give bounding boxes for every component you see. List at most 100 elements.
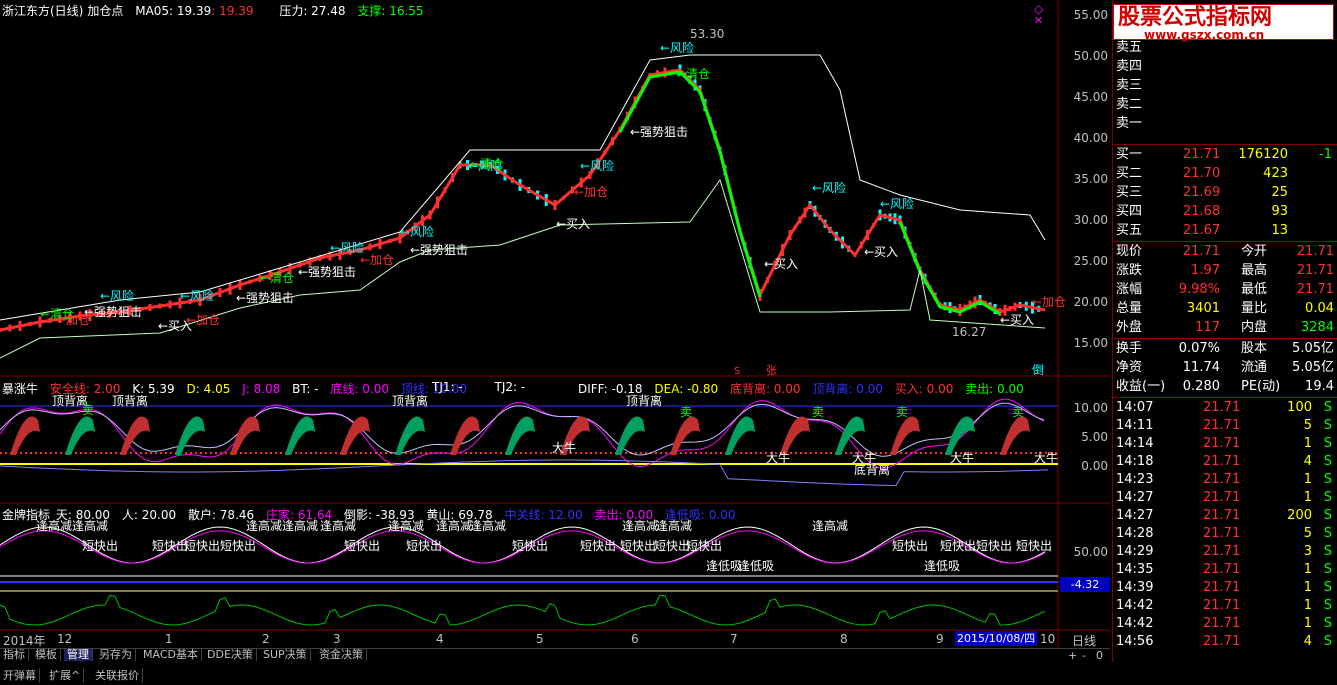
tick-price: 21.71: [1203, 472, 1241, 487]
buy-level-price: 21.69: [1183, 185, 1221, 200]
tick-side: S: [1323, 616, 1332, 631]
stats-row: 换手 0.07% 股本 5.05亿: [1113, 339, 1337, 358]
tick-time: 14:39: [1116, 580, 1154, 595]
quote-label: 涨幅: [1116, 282, 1143, 297]
close-icon[interactable]: ✕: [1034, 14, 1043, 27]
status-tab[interactable]: 扩展^: [46, 668, 85, 683]
tick-row: 14:35 21.71 1 S: [1113, 561, 1337, 579]
sell-tag: 卖: [896, 405, 908, 419]
sell-tag: 卖: [1012, 405, 1024, 419]
date-tick: 7: [730, 632, 738, 646]
kline-chart-area[interactable]: 53.30 16.27 ←风险 ←风险 ←风险 ←风险 ←风险 ←风险 ←风险 ←风险 ←风险 ←清仓…: [0, 0, 1110, 662]
buy-level-5[interactable]: 买五 21.67 13: [1113, 221, 1337, 240]
short-exit-signal: 短快出: [620, 539, 656, 553]
chart-tab[interactable]: 资金决策: [316, 649, 367, 661]
date-tick: 4: [436, 632, 444, 646]
bull-tag: 大牛: [552, 440, 576, 455]
indicator1-header-3: DIFF: -0.18 DEA: -0.80 底背离: 0.00 顶背离: 0.…: [578, 380, 1032, 397]
tick-row: 14:42 21.71 1 S: [1113, 615, 1337, 633]
sell-level-3[interactable]: 卖三: [1113, 76, 1337, 95]
quote-value: 21.71: [1182, 244, 1220, 259]
buy-level-2[interactable]: 买二 21.70 423: [1113, 164, 1337, 183]
chart-tab[interactable]: SUP决策: [260, 649, 311, 661]
risk-signal: ←风险: [330, 240, 364, 255]
short-exit-signal: 短快出: [184, 539, 220, 553]
strong-signal: ←强势狙击: [298, 265, 356, 279]
tick-volume: 4: [1303, 454, 1312, 469]
buy-level-3[interactable]: 买三 21.69 25: [1113, 183, 1337, 202]
strong-signal: ←强势狙击: [410, 243, 468, 257]
tick-price: 21.71: [1203, 634, 1241, 649]
s-marker: S: [734, 366, 740, 377]
zoom-out-button[interactable]: -: [1082, 649, 1086, 662]
buy-level-4[interactable]: 买四 21.68 93: [1113, 202, 1337, 221]
quote-label-2: 内盘: [1241, 320, 1268, 335]
sell-level-5[interactable]: 卖五: [1113, 38, 1337, 57]
stats-label-2: 股本: [1241, 341, 1268, 356]
ind2-tian: 天: 80.00: [55, 508, 111, 522]
price-axis-label: 35.00: [1073, 172, 1108, 186]
clear-signal: ←清仓: [260, 271, 294, 285]
ind2-sell: 卖出: 0.00: [594, 508, 654, 522]
chart-tab[interactable]: 管理: [64, 649, 93, 661]
kd-fill: [450, 416, 480, 455]
zoom-reset-button[interactable]: 0: [1096, 649, 1103, 662]
price-axis-label: 50.00: [1073, 49, 1108, 63]
status-tab[interactable]: 关联报价: [92, 668, 143, 683]
tick-time: 14:56: [1116, 634, 1154, 649]
tick-time: 14:18: [1116, 454, 1154, 469]
buy-signal: ←买入: [1000, 313, 1034, 327]
period-label[interactable]: 日线: [1072, 632, 1096, 649]
tick-row: 14:28 21.71 5 S: [1113, 525, 1337, 543]
kd-fill: [65, 416, 95, 455]
quote-value-2: 21.71: [1296, 263, 1334, 278]
ind2-value-box: -4.32: [1060, 577, 1110, 592]
buy-level-label: 买四: [1116, 204, 1143, 219]
tick-side: S: [1323, 472, 1332, 487]
buy-level-label: 买一: [1116, 147, 1143, 162]
stats-value-2: 5.05亿: [1292, 360, 1334, 375]
tick-volume: 1: [1303, 616, 1312, 631]
trend-line-down: [618, 70, 762, 298]
zoom-in-button[interactable]: +: [1068, 649, 1077, 662]
date-tick: 12: [57, 632, 73, 646]
indicator-name: 加仓点: [87, 4, 124, 18]
kd-fill: [175, 416, 205, 455]
buy-level-1[interactable]: 买一 21.71 176120 -1: [1113, 145, 1337, 164]
chart-toolbar: 指标 模板 管理 另存为 MACD基本 DDE决策 SUP决策 资金决策 + - 0: [0, 648, 1110, 662]
short-exit-signal: 短快出: [512, 539, 548, 553]
sell-tag: 卖: [680, 405, 692, 419]
sell-level-1[interactable]: 卖一: [1113, 114, 1337, 133]
chart-tab[interactable]: DDE决策: [204, 649, 257, 661]
chart-canvas[interactable]: 53.3016.27←风险 ←风险←风险←风险←风险 ←风险←风险←风险←风险←清仓…: [0, 0, 1110, 662]
resistance-value: 压力: 27.48: [279, 4, 346, 18]
add-signal: ←加仓: [360, 253, 394, 267]
quote-value: 1.97: [1191, 263, 1220, 278]
quote-label-2: 最低: [1241, 282, 1268, 297]
tick-volume: 1: [1303, 472, 1312, 487]
chart-tab[interactable]: 模板: [32, 649, 61, 661]
short-exit-signal: 短快出: [976, 539, 1012, 553]
tick-row: 14:14 21.71 1 S: [1113, 435, 1337, 453]
ma-label: MA05: 19.39: [135, 4, 212, 18]
ind2-huangshan: 黄山: 69.78: [426, 508, 493, 522]
tick-time: 14:07: [1116, 400, 1154, 415]
sell-level-2[interactable]: 卖二: [1113, 95, 1337, 114]
sell-level-4[interactable]: 卖四: [1113, 57, 1337, 76]
quote-value-2: 3284: [1300, 320, 1334, 335]
chart-tab[interactable]: 另存为: [96, 649, 136, 661]
stats-label-2: 流通: [1241, 360, 1268, 375]
kd-fill: [285, 416, 315, 455]
status-tab[interactable]: 开弹幕: [0, 668, 40, 683]
chart-tab[interactable]: MACD基本: [140, 649, 202, 661]
tick-side: S: [1323, 400, 1332, 415]
ind2-lowbuy: 逢低吸: 0.00: [664, 508, 736, 522]
main-chart-header: 浙江东方(日线) 加仓点 MA05: 19.39: 19.39 压力: 27.48…: [2, 2, 432, 19]
kd-fill: [395, 416, 425, 455]
sell-level-label: 卖四: [1116, 59, 1143, 74]
chart-tab[interactable]: 指标: [0, 649, 29, 661]
tick-side: S: [1323, 454, 1332, 469]
tick-volume: 1: [1303, 562, 1312, 577]
stats-row: 收益(一) 0.280 PE(动) 19.4: [1113, 377, 1337, 396]
tick-price: 21.71: [1203, 454, 1241, 469]
